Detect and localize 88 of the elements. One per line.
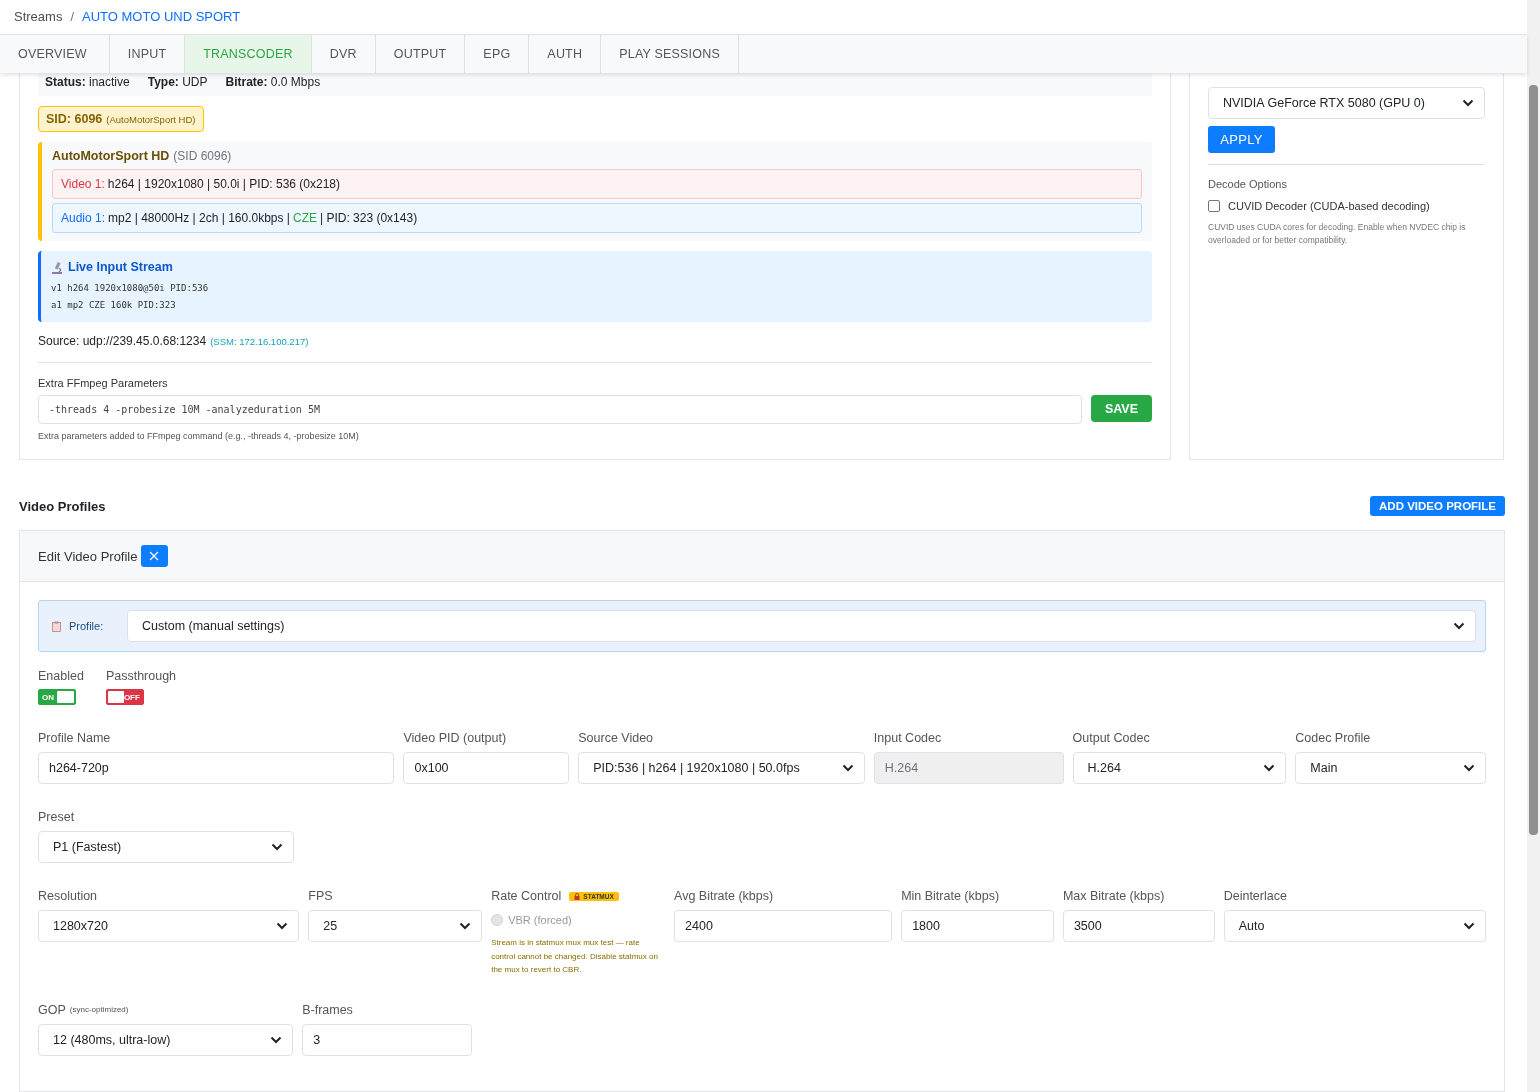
apply-button[interactable]: APPLY	[1208, 126, 1275, 153]
breadcrumb-current: AUTO MOTO UND SPORT	[82, 9, 241, 25]
toggle-switch[interactable]: OFF	[105, 689, 144, 705]
field-label: Preset	[38, 810, 76, 824]
field-label: Max Bitrate (kbps)	[1062, 889, 1166, 903]
dropdown[interactable]: NVIDIA GeForce RTX 5080 (GPU 0)	[1208, 87, 1485, 119]
close-icon	[149, 551, 159, 561]
chevron-icon	[841, 764, 854, 772]
field-label: Input Codec	[873, 731, 943, 745]
chevron-icon	[1263, 764, 1276, 772]
status-text: Bitrate: 0.0 Mbps	[225, 75, 321, 89]
language-code: CZE	[292, 211, 317, 225]
lock-icon	[574, 892, 581, 900]
stream-summary-line: v1 h264 1920x1080@50i PID:536	[51, 282, 210, 295]
field-label: GOP	[38, 1002, 66, 1017]
chevron-icon	[276, 922, 289, 930]
stream-label: Audio 1:	[61, 211, 106, 225]
text-field[interactable]: 3	[302, 1023, 472, 1056]
program-sid: (SID 6096)	[173, 149, 232, 163]
chevron-icon	[1463, 764, 1475, 772]
field-label: Output Codec	[1072, 731, 1151, 745]
field-label: Extra FFmpeg Parameters	[38, 377, 169, 389]
sid-note: (AutoMotorSport HD)	[106, 114, 196, 125]
field-label: Min Bitrate (kbps)	[901, 889, 1001, 903]
field-label: Profile Name	[38, 731, 112, 745]
clipboard-icon	[52, 620, 61, 632]
editor-title: Edit Video Profile	[38, 548, 138, 564]
field-label: B-frames	[302, 1002, 354, 1017]
chevron-icon	[1453, 622, 1465, 630]
text-field[interactable]: 1800	[901, 910, 1054, 942]
close-button[interactable]	[140, 545, 168, 567]
checkbox-label[interactable]: CUVID Decoder (CUDA-based decoding)	[1228, 200, 1430, 212]
breadcrumb-link[interactable]: Streams	[14, 9, 63, 25]
field-label: Codec Profile	[1295, 731, 1372, 745]
scrollbar[interactable]	[1527, 0, 1540, 1092]
radio-option: VBR (forced)	[491, 910, 666, 930]
dropdown[interactable]: 25	[308, 910, 483, 942]
dropdown[interactable]: 12 (480ms, ultra-low)	[38, 1023, 294, 1056]
status-text: Status: inactive	[45, 75, 130, 89]
help-text: CUVID uses CUDA cores for decoding. Enable when NVDEC chip is overloaded or for better compatibility.	[1208, 221, 1467, 247]
section-label: Decode Options	[1208, 178, 1288, 190]
checkbox[interactable]	[1208, 200, 1220, 212]
add-video-profile-button[interactable]: ADD VIDEO PROFILE	[1370, 496, 1505, 516]
field-label: FPS	[308, 889, 334, 903]
stream-info: mp2 | 48000Hz | 2ch | 160.0kbps |	[108, 211, 290, 225]
dropdown[interactable]: PID:536 | h264 | 1920x1080 | 50.0fps	[578, 752, 865, 784]
stream-summary-line: a1 mp2 CZE 160k PID:323	[51, 299, 177, 312]
field-label: Deinterlace	[1223, 889, 1288, 903]
dropdown[interactable]: Custom (manual settings)	[127, 610, 1476, 642]
chevron-icon	[270, 1035, 283, 1044]
dropdown[interactable]: Auto	[1223, 910, 1486, 942]
dropdown[interactable]: 1280x720	[38, 910, 300, 942]
text-field[interactable]: 3500	[1062, 910, 1215, 942]
ffmpeg-params-field[interactable]: -threads 4 -probesize 10M -analyzeduration 5M	[38, 395, 1082, 424]
source-address: Source: udp://239.45.0.68:1234	[38, 334, 207, 348]
warning-note: Stream is in statmux mux mux test — rate control cannot be changed. Disable statmux on the mux to revert to CBR.	[491, 937, 659, 976]
profile-label: Profile:	[69, 620, 105, 632]
help-text: Extra parameters added to FFmpeg command (e.g., -threads 4, -probesize 10M)	[38, 431, 360, 441]
breadcrumb-separator: /	[70, 9, 75, 25]
stream-info: | PID: 323 (0x143)	[319, 211, 418, 225]
stream-label: Video 1:	[61, 177, 105, 191]
chevron-icon	[270, 843, 283, 851]
field-label: Video PID (output)	[403, 731, 508, 745]
field-label: Avg Bitrate (kbps)	[674, 889, 775, 903]
status-text: Type: UDP	[147, 75, 208, 89]
stream-info: h264 | 1920x1080 | 50.0i | PID: 536 (0x218)	[107, 177, 340, 191]
dropdown[interactable]: P1 (Fastest)	[38, 831, 294, 863]
microscope-icon	[51, 260, 63, 274]
ssm-address: (SSM: 172.16.100.217)	[210, 336, 309, 347]
chevron-icon	[459, 922, 472, 930]
field-label: Rate Control	[491, 889, 562, 903]
live-input-title: Live Input Stream	[68, 260, 173, 274]
dropdown[interactable]: H.264	[1072, 752, 1287, 784]
chevron-icon	[1462, 99, 1474, 107]
text-field[interactable]: h264-720p	[38, 752, 395, 784]
dropdown[interactable]: Main	[1295, 752, 1486, 784]
field-label: Source Video	[578, 731, 655, 745]
section-title: Video Profiles	[19, 498, 106, 514]
program-name: AutoMotorSport HD	[52, 149, 170, 163]
text-field[interactable]: 0x100	[403, 752, 570, 784]
sid-label: SID: 6096	[46, 112, 103, 126]
toggle-label: Enabled	[38, 669, 84, 683]
field-note: (sync-optimized)	[69, 1005, 129, 1014]
chevron-icon	[1463, 922, 1475, 930]
field-label: Resolution	[38, 889, 99, 903]
readonly-field: H.264	[873, 752, 1064, 784]
toggle-label: Passthrough	[105, 669, 177, 683]
text-field[interactable]: 2400	[674, 910, 893, 942]
